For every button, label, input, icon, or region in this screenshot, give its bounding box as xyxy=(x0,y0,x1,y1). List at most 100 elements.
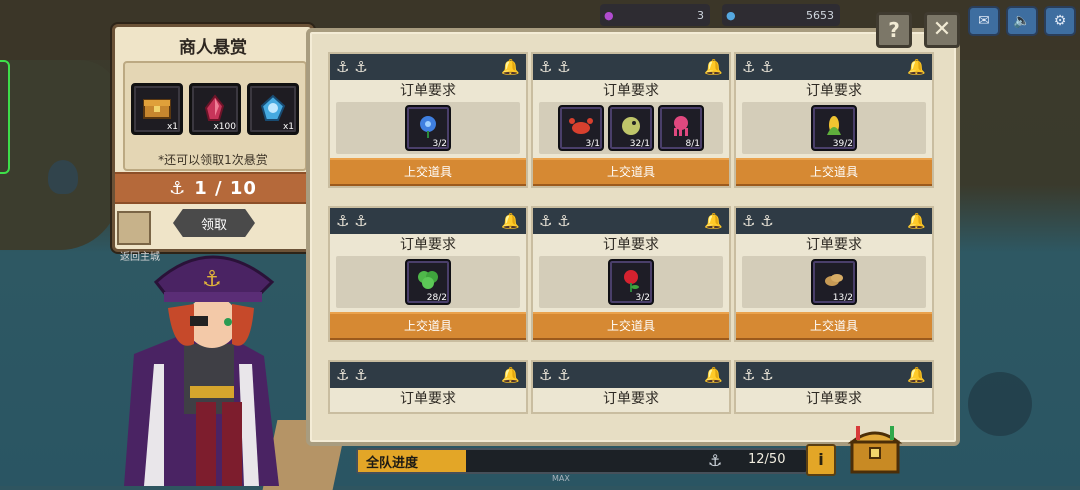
item-count: 3/2 xyxy=(635,293,650,303)
order-item[interactable]: 39/2 xyxy=(811,105,857,151)
anchor-icon: ⚓ ⚓ xyxy=(539,212,571,230)
max-label: MAX xyxy=(552,474,570,483)
mail-icon[interactable]: ✉ xyxy=(968,6,1000,36)
submit-items-button[interactable]: 上交道具 xyxy=(330,312,526,340)
return-home-icon[interactable] xyxy=(117,211,151,245)
progress-info-button[interactable]: i xyxy=(806,444,836,476)
help-button[interactable]: ? xyxy=(876,12,912,48)
order-title: 订单要求 xyxy=(806,237,862,253)
bell-icon[interactable]: 🔔 xyxy=(501,212,520,230)
sound-icon[interactable]: 🔈 xyxy=(1006,6,1038,36)
bell-icon[interactable]: 🔔 xyxy=(907,212,926,230)
hud-currency-1: ● 3 xyxy=(600,4,710,26)
question-icon: ? xyxy=(888,18,900,42)
order-title: 订单要求 xyxy=(400,391,456,407)
pirate-captain-character: ⚓ xyxy=(124,255,279,486)
bell-icon[interactable]: 🔔 xyxy=(501,366,520,384)
left-edge-indicator xyxy=(0,60,10,174)
svg-text:⚓: ⚓ xyxy=(202,267,222,292)
interact-glove-button[interactable] xyxy=(968,372,1032,436)
info-icon: i xyxy=(818,450,824,469)
order-card: ⚓ ⚓ 🔔 订单要求 39/2 上交道具 xyxy=(734,52,934,188)
order-card-header: ⚓ ⚓ 🔔 xyxy=(736,54,932,80)
order-card: ⚓ ⚓ 🔔 订单要求 3/2 上交道具 xyxy=(328,52,528,188)
close-button[interactable]: ✕ xyxy=(924,12,960,48)
anchor-icon: ⚓ ⚓ xyxy=(336,366,368,384)
bell-icon[interactable]: 🔔 xyxy=(704,58,723,76)
order-card: ⚓ ⚓ 🔔 订单要求 3/2 上交道具 xyxy=(531,206,731,342)
order-items: 3/1 32/1 8/1 xyxy=(539,102,723,154)
order-card: ⚓ ⚓ 🔔 订单要求 28/2 上交道具 xyxy=(328,206,528,342)
bounty-progress: ⚓ 1 / 10 xyxy=(115,172,311,204)
order-title: 订单要求 xyxy=(603,83,659,99)
order-items: 13/2 xyxy=(742,256,926,308)
order-title: 订单要求 xyxy=(806,391,862,407)
item-count: 39/2 xyxy=(832,139,853,149)
reward-qty: x100 xyxy=(213,122,236,132)
bell-icon[interactable]: 🔔 xyxy=(501,58,520,76)
order-card: ⚓ ⚓ 🔔 订单要求 xyxy=(328,360,528,414)
order-item[interactable]: 13/2 xyxy=(811,259,857,305)
bell-icon[interactable]: 🔔 xyxy=(907,366,926,384)
team-progress-label: 全队进度 xyxy=(366,456,419,471)
order-item[interactable]: 3/2 xyxy=(405,105,451,151)
green-herb-icon xyxy=(418,271,438,289)
item-count: 13/2 xyxy=(832,293,853,303)
settings-gear-icon[interactable]: ⚙ xyxy=(1044,6,1076,36)
reward-qty: x1 xyxy=(166,122,178,132)
anchor-icon: ⚓ ⚓ xyxy=(742,366,774,384)
bell-icon[interactable]: 🔔 xyxy=(704,212,723,230)
currency-1-value: 3 xyxy=(697,8,704,22)
order-item[interactable]: 3/1 xyxy=(558,105,604,151)
anchor-icon: ⚓ ⚓ xyxy=(742,58,774,76)
submit-items-button[interactable]: 上交道具 xyxy=(736,158,932,186)
reward-slot[interactable]: x100 xyxy=(189,83,241,135)
order-card: ⚓ ⚓ 🔔 订单要求 3/1 32/1 8/1 上交道具 xyxy=(531,52,731,188)
order-title: 订单要求 xyxy=(400,237,456,253)
order-card-header: ⚓ ⚓ 🔔 xyxy=(533,54,729,80)
merchant-bounty-panel: 商人悬赏 x1 x100 x1 *还可以领取1次悬赏 ⚓ 1 / 10 领取 xyxy=(112,24,314,252)
bell-icon[interactable]: 🔔 xyxy=(907,58,926,76)
anchor-icon: ⚓ xyxy=(169,177,187,199)
order-card: ⚓ ⚓ 🔔 订单要求 xyxy=(531,360,731,414)
item-count: 3/2 xyxy=(432,139,447,149)
reward-slot[interactable]: x1 xyxy=(131,83,183,135)
potato-icon xyxy=(825,274,843,286)
order-card: ⚓ ⚓ 🔔 订单要求 xyxy=(734,360,934,414)
crab-icon xyxy=(569,118,593,134)
anchor-icon: ⚓ ⚓ xyxy=(539,366,571,384)
team-progress-bar: 全队进度 ⚓ 12/50 xyxy=(356,448,808,474)
pufferfish-icon xyxy=(622,117,640,135)
order-item[interactable]: 28/2 xyxy=(405,259,451,305)
bounty-title: 商人悬赏 xyxy=(179,38,247,58)
island-terrain xyxy=(0,60,120,250)
order-items: 39/2 xyxy=(742,102,926,154)
submit-items-button[interactable]: 上交道具 xyxy=(533,312,729,340)
order-items: 3/2 xyxy=(539,256,723,308)
order-item[interactable]: 3/2 xyxy=(608,259,654,305)
hud-currency-2: ● 5653 xyxy=(722,4,840,26)
red-rose-icon xyxy=(624,270,639,292)
order-card-header: ⚓ ⚓ 🔔 xyxy=(736,208,932,234)
order-items: 3/2 xyxy=(336,102,520,154)
anchor-icon: ⚓ ⚓ xyxy=(336,58,368,76)
reward-slot[interactable]: x1 xyxy=(247,83,299,135)
order-title: 订单要求 xyxy=(400,83,456,99)
team-reward-chest-icon[interactable] xyxy=(846,420,904,478)
claim-button[interactable]: 领取 xyxy=(173,209,255,237)
blue-flower-icon xyxy=(420,116,436,138)
bell-icon[interactable]: 🔔 xyxy=(704,366,723,384)
submit-items-button[interactable]: 上交道具 xyxy=(736,312,932,340)
submit-items-button[interactable]: 上交道具 xyxy=(330,158,526,186)
order-item[interactable]: 32/1 xyxy=(608,105,654,151)
submit-items-button[interactable]: 上交道具 xyxy=(533,158,729,186)
order-items: 28/2 xyxy=(336,256,520,308)
order-card-header: ⚓ ⚓ 🔔 xyxy=(330,54,526,80)
item-count: 32/1 xyxy=(629,139,650,149)
blue-gem-icon: ● xyxy=(726,8,736,22)
order-item[interactable]: 8/1 xyxy=(658,105,704,151)
order-card: ⚓ ⚓ 🔔 订单要求 13/2 上交道具 xyxy=(734,206,934,342)
team-progress-count: 12/50 xyxy=(748,452,786,467)
purple-gem-icon: ● xyxy=(604,8,614,22)
order-title: 订单要求 xyxy=(603,237,659,253)
